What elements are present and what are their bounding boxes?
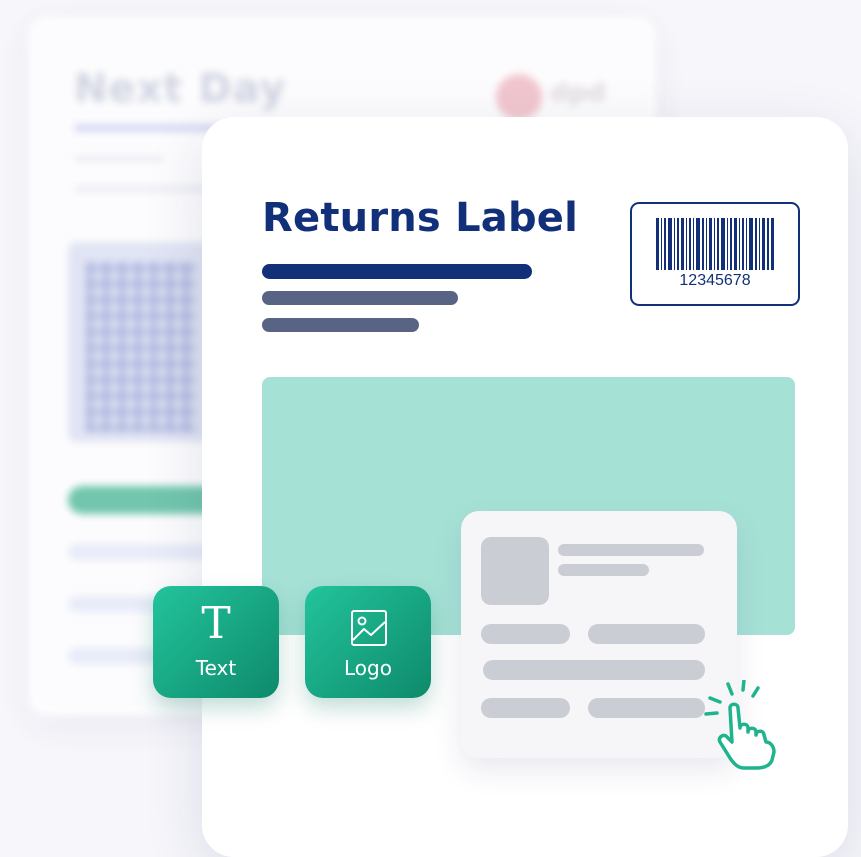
background-label-title: Next Day xyxy=(74,66,287,112)
subtitle-placeholder-bar xyxy=(262,318,419,332)
barcode-number: 12345678 xyxy=(679,272,751,289)
draggable-element-card[interactable] xyxy=(461,511,737,758)
image-placeholder xyxy=(481,537,549,605)
logo-tool-label: Logo xyxy=(344,656,392,680)
field-placeholder xyxy=(483,660,705,680)
carrier-logo-text: dpd xyxy=(550,78,606,108)
logo-tool-button[interactable]: Logo xyxy=(305,586,431,698)
qr-code-icon xyxy=(86,262,196,432)
barcode-box: 12345678 xyxy=(630,202,800,306)
field-placeholder xyxy=(588,698,705,718)
field-placeholder xyxy=(588,624,705,644)
text-placeholder-line xyxy=(558,564,649,576)
text-tool-button[interactable]: T Text xyxy=(153,586,279,698)
background-blue-bar xyxy=(68,544,218,560)
field-placeholder xyxy=(481,624,570,644)
image-icon xyxy=(351,610,387,646)
text-placeholder-line xyxy=(558,544,704,556)
title-placeholder-bar xyxy=(262,264,532,279)
text-tool-icon: T xyxy=(201,598,231,649)
pointing-hand-click-icon xyxy=(704,680,776,770)
carrier-logo-icon xyxy=(496,74,542,120)
background-text-line xyxy=(74,156,164,162)
subtitle-placeholder-bar xyxy=(262,291,458,305)
background-blue-bar xyxy=(68,648,158,664)
field-placeholder xyxy=(481,698,570,718)
text-tool-label: Text xyxy=(195,656,237,680)
barcode-icon xyxy=(656,218,774,270)
label-title: Returns Label xyxy=(262,195,579,241)
